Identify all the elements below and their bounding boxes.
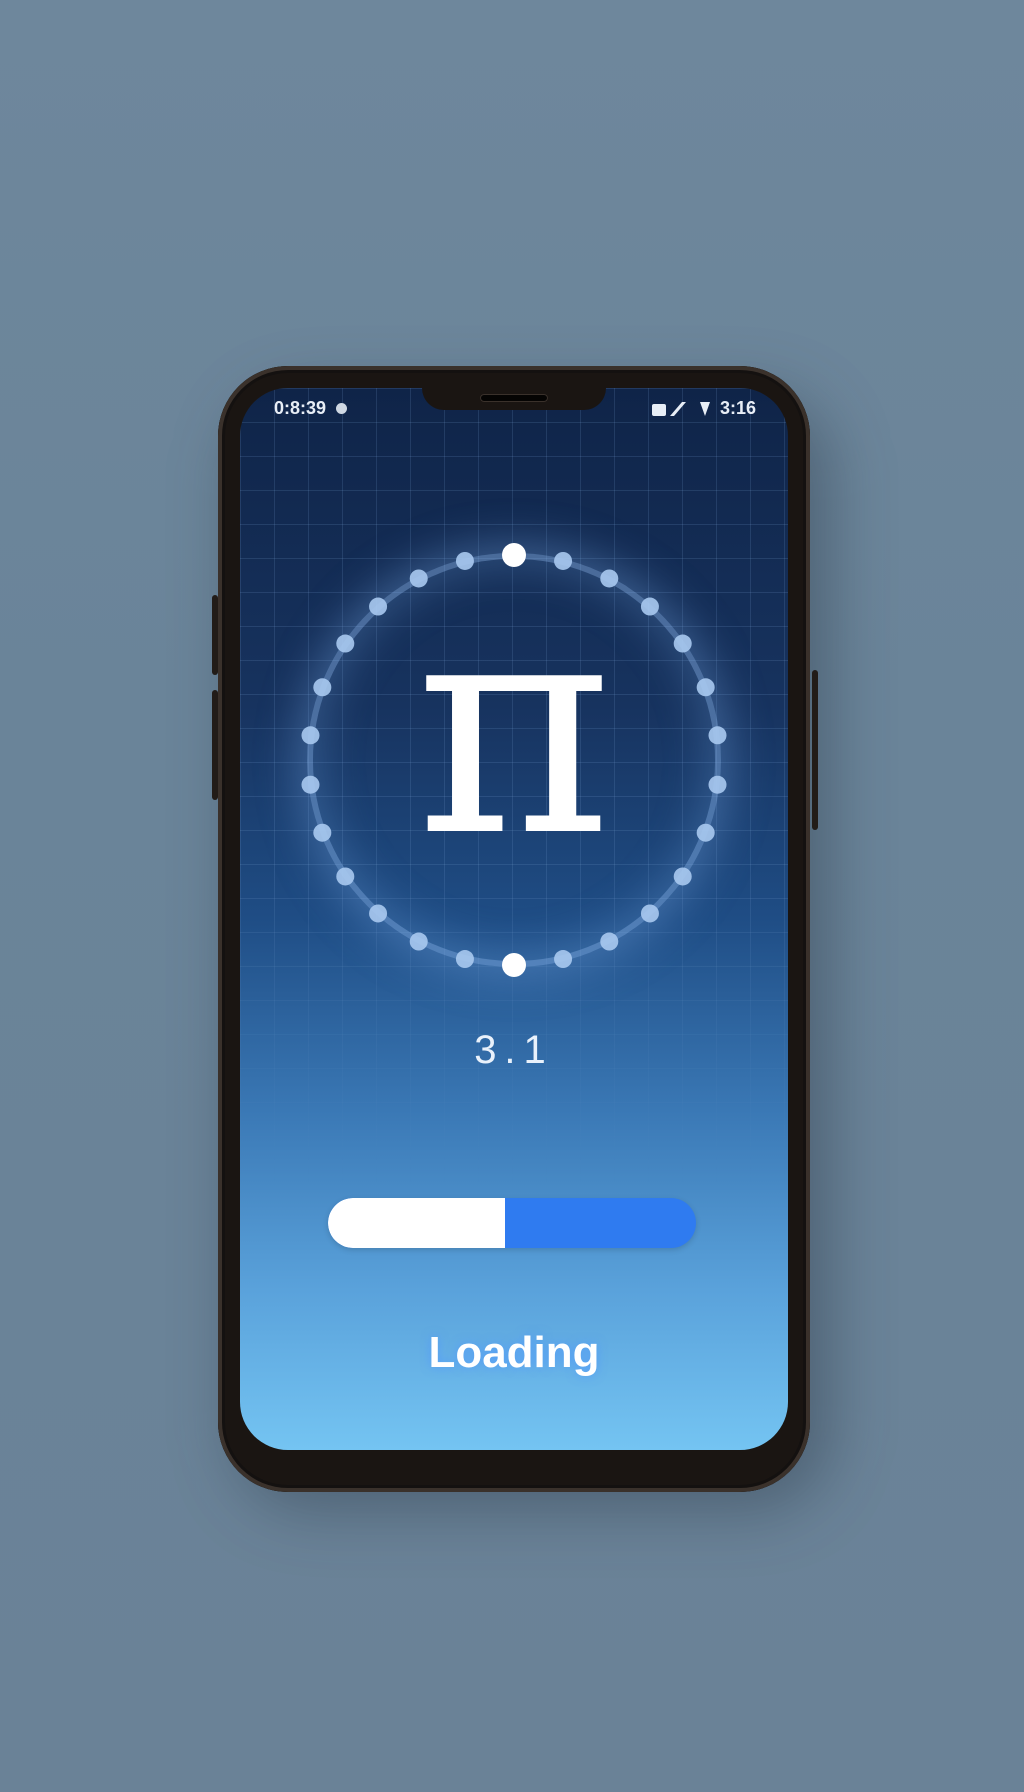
pi-symbol: π <box>415 553 613 902</box>
loading-label: Loading <box>428 1328 600 1377</box>
speaker-grille <box>480 394 548 402</box>
status-bar-right: 3:16 <box>651 398 756 419</box>
volume-button <box>212 690 218 800</box>
status-bar-left: 0:8:39 <box>274 398 348 419</box>
pi-digits: 3.1 <box>474 1028 554 1072</box>
battery-icon <box>699 401 710 416</box>
status-time: 0:8:39 <box>274 398 327 418</box>
phone-screen: 0:8:39 3:16 π 3.1 Loading <box>240 388 788 1450</box>
status-right-text: 3:16 <box>719 398 756 418</box>
progress-bar <box>328 1198 696 1248</box>
power-button <box>812 670 818 830</box>
progress-fill <box>328 1198 505 1248</box>
location-dot-icon <box>336 403 348 414</box>
notch <box>422 388 606 410</box>
signal-icon <box>651 401 686 416</box>
volume-button <box>212 595 218 675</box>
